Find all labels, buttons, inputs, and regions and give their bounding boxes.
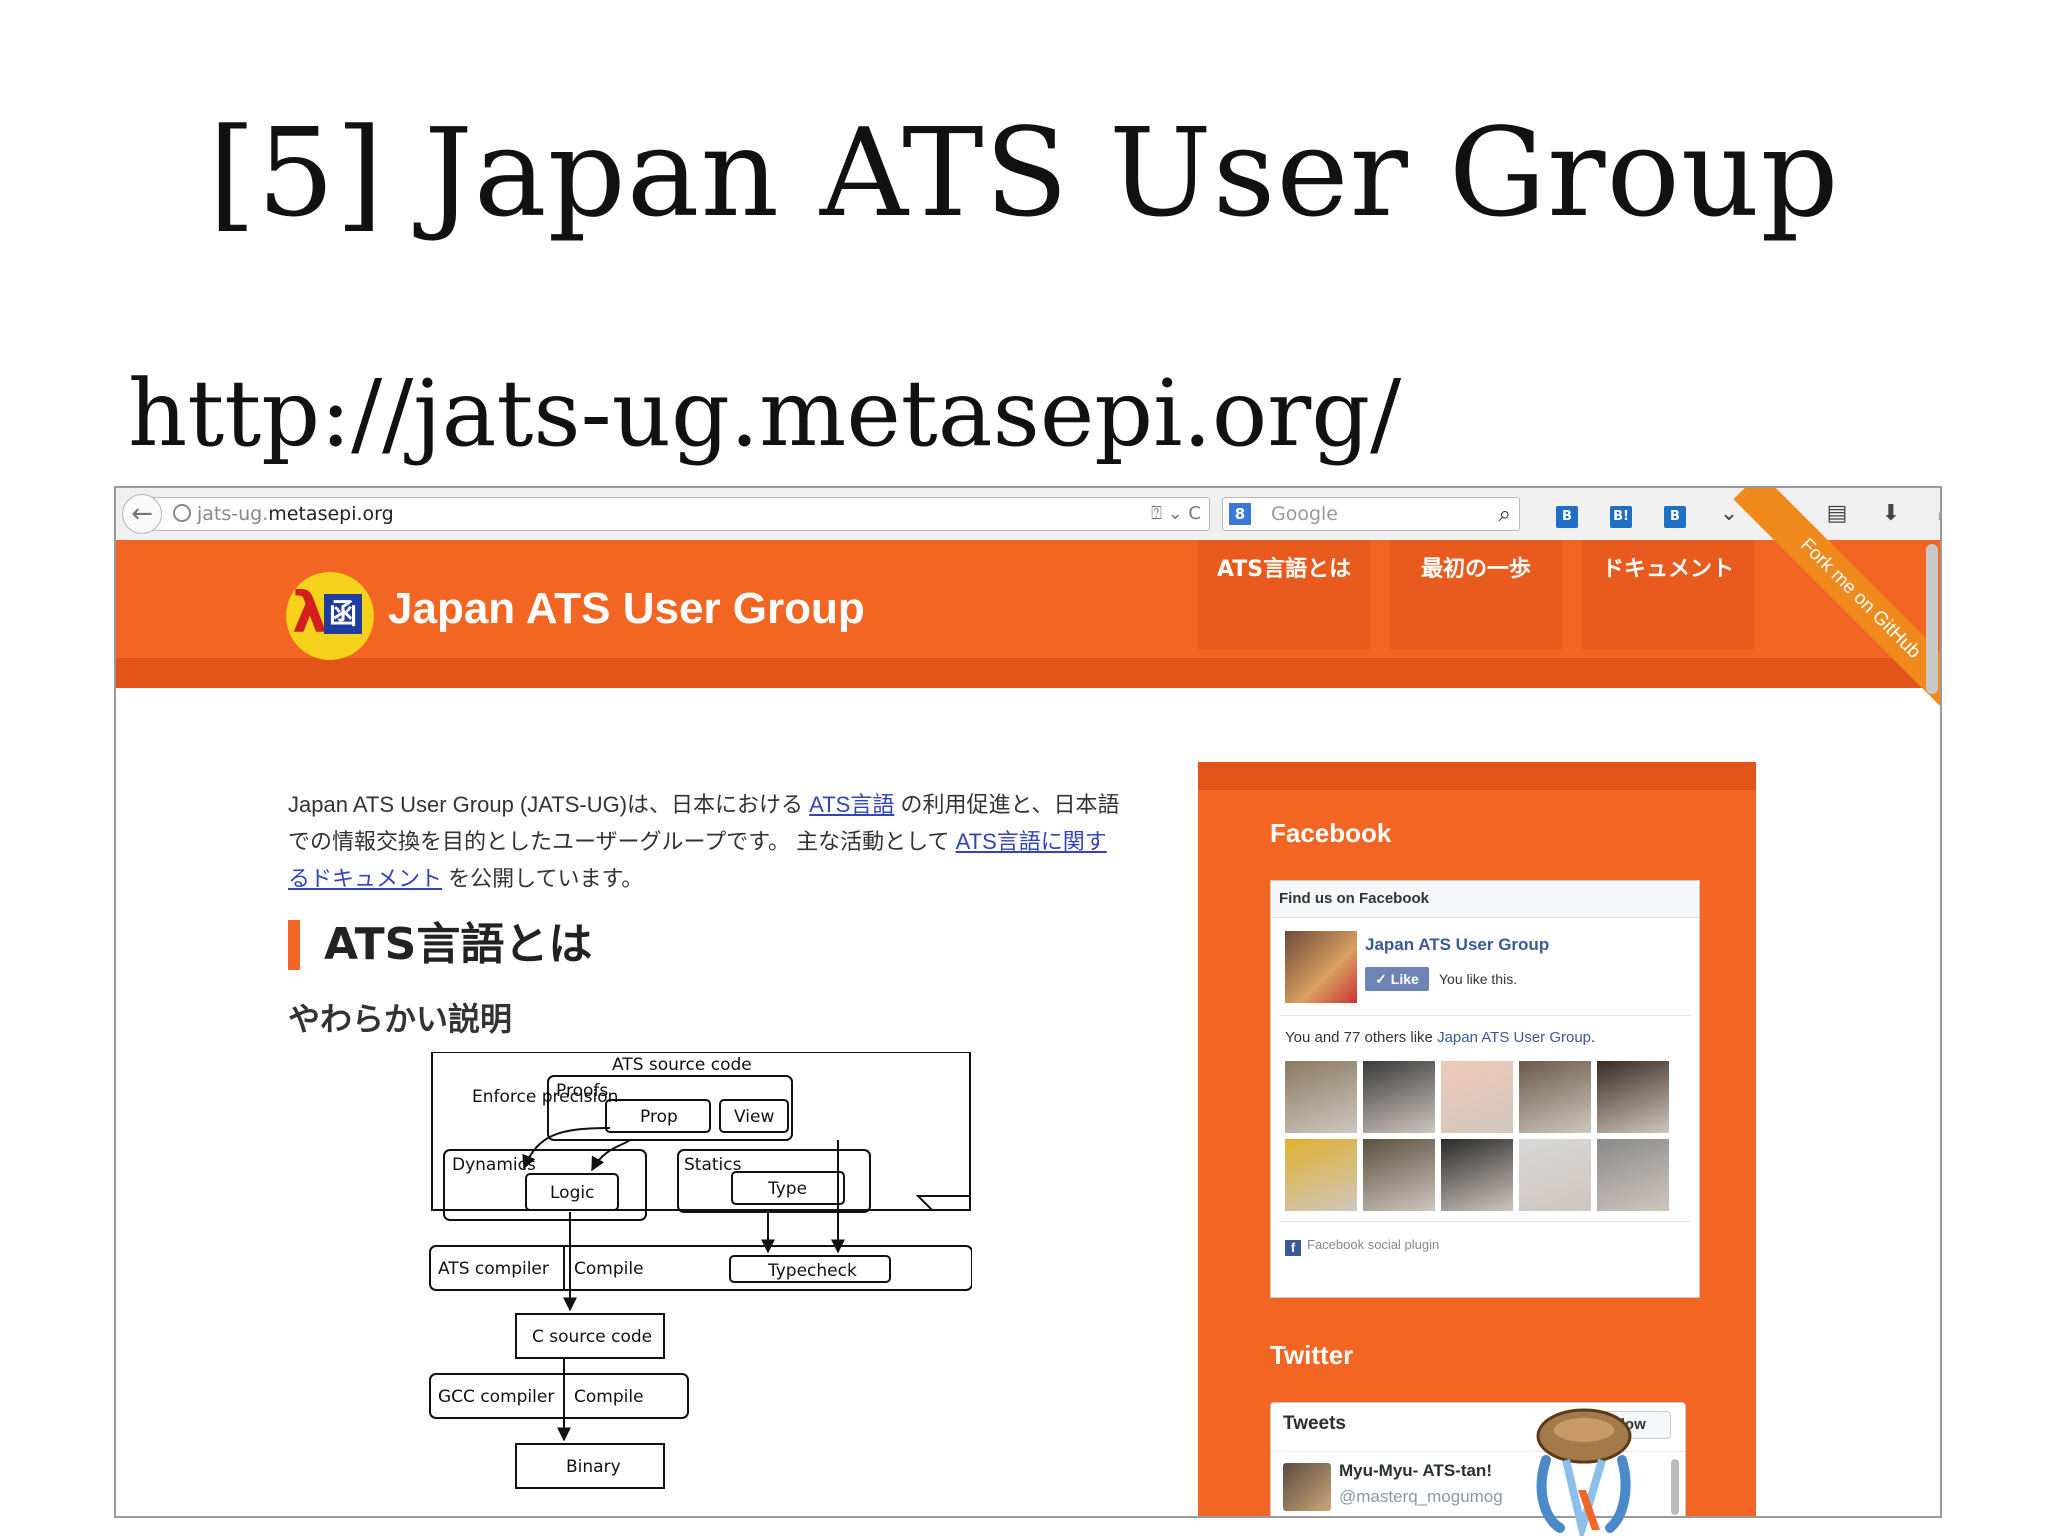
tweet-author-handle[interactable]: @masterq_mogumog — [1339, 1487, 1503, 1507]
site-header: λ 函 Japan ATS User Group ATS言語とは 最初の一歩 ド… — [116, 488, 1940, 726]
hatena-counter-icon[interactable]: B — [1648, 496, 1702, 532]
fan-face-avatar[interactable] — [1441, 1061, 1513, 1133]
fan-face-avatar[interactable] — [1363, 1139, 1435, 1211]
section-heading: ATS言語とは — [288, 920, 592, 970]
facebook-like-status: You like this. — [1439, 971, 1518, 987]
download-icon[interactable]: ⬇ — [1864, 496, 1918, 532]
section-subheading: やわらかい説明 — [288, 1000, 513, 1038]
url-text: jats-ug.metasepi.org — [197, 503, 394, 525]
logo-box-icon: 函 — [324, 594, 362, 634]
search-icon[interactable]: ⌕ — [1499, 502, 1511, 527]
facebook-like-button[interactable]: ✓ Like — [1365, 967, 1429, 991]
facebook-plugin-credit[interactable]: f Facebook social plugin — [1285, 1237, 1439, 1256]
slide-url: http://jats-ug.metasepi.org/ — [128, 360, 1402, 467]
diagram-label-logic: Logic — [550, 1183, 594, 1203]
twitter-heading: Twitter — [1270, 1340, 1354, 1370]
facebook-icon: f — [1285, 1240, 1301, 1256]
facebook-heading: Facebook — [1270, 818, 1392, 848]
diagram-label-compile-1: Compile — [574, 1259, 644, 1279]
facebook-widget-header: Find us on Facebook — [1271, 881, 1699, 918]
browser-window: jats-ug.metasepi.org ⍰ ⌄ C ← 8 Google ⌕ … — [114, 486, 1942, 1518]
diagram-label-view: View — [734, 1107, 774, 1127]
ats-language-link[interactable]: ATS言語 — [809, 792, 894, 817]
url-subdomain: jats-ug. — [197, 503, 269, 525]
site-title[interactable]: Japan ATS User Group — [388, 584, 865, 634]
home-icon[interactable]: ⌂ — [1918, 496, 1940, 532]
nav-item-first-steps[interactable]: 最初の一歩 — [1390, 540, 1562, 650]
divider — [1279, 1221, 1691, 1222]
fan-face-avatar[interactable] — [1441, 1139, 1513, 1211]
url-bar[interactable]: jats-ug.metasepi.org ⍰ ⌄ C — [146, 497, 1210, 531]
sidebar: Facebook Find us on Facebook Japan ATS U… — [1198, 762, 1756, 1516]
like-count-text: You and 77 others like — [1285, 1029, 1438, 1046]
reading-list-icon[interactable]: ▤ — [1810, 496, 1864, 532]
lambda-icon: λ — [292, 581, 328, 646]
diagram-label-c-source: C source code — [532, 1327, 652, 1347]
mascot-image — [1536, 1408, 1632, 1536]
nav-item-documents[interactable]: ドキュメント — [1582, 540, 1754, 650]
fan-face-avatar[interactable] — [1519, 1061, 1591, 1133]
diagram-label-ats-compiler: ATS compiler — [438, 1259, 549, 1279]
header-strip — [116, 658, 1940, 688]
search-input[interactable]: 8 Google ⌕ — [1222, 497, 1520, 531]
fan-face-avatar[interactable] — [1597, 1061, 1669, 1133]
arrow-left-icon: ← — [131, 499, 153, 529]
url-host: metasepi.org — [268, 503, 394, 525]
reload-icon[interactable]: ⍰ ⌄ C — [1151, 503, 1201, 524]
facebook-widget: Find us on Facebook Japan ATS User Group… — [1270, 880, 1700, 1298]
intro-text: Japan ATS User Group (JATS-UG)は、日本における A… — [288, 786, 1120, 897]
facebook-plugin-text: Facebook social plugin — [1307, 1237, 1440, 1252]
diagram-label-prop: Prop — [640, 1107, 678, 1127]
hatena-b-icon[interactable]: B! — [1594, 496, 1648, 532]
slide-title: [5] Japan ATS User Group — [208, 102, 1840, 244]
tweets-title: Tweets — [1283, 1413, 1347, 1434]
facebook-page-link-2[interactable]: Japan ATS User Group — [1437, 1029, 1591, 1046]
search-placeholder: Google — [1271, 503, 1339, 525]
diagram-label-type: Type — [767, 1179, 807, 1199]
intro-part-3: を公開しています。 — [442, 866, 644, 891]
facebook-fan-faces — [1285, 1061, 1685, 1211]
browser-toolbar: jats-ug.metasepi.org ⍰ ⌄ C ← 8 Google ⌕ … — [116, 488, 1940, 541]
nav-item-ats[interactable]: ATS言語とは — [1198, 540, 1370, 650]
facebook-page-avatar[interactable] — [1285, 931, 1357, 1003]
sidebar-top-strip — [1198, 762, 1756, 790]
like-count-end: . — [1591, 1029, 1596, 1046]
globe-icon — [173, 504, 191, 522]
tweets-scrollbar[interactable] — [1671, 1459, 1679, 1515]
hatena-bookmark-icon[interactable]: B — [1540, 496, 1594, 532]
diagram-label-dynamics: Dynamics — [452, 1155, 536, 1175]
divider — [1279, 1015, 1691, 1016]
fan-face-avatar[interactable] — [1519, 1139, 1591, 1211]
ats-architecture-diagram: ATS source code Enforce precision Proofs… — [429, 1052, 972, 1489]
intro-part-1: Japan ATS User Group (JATS-UG)は、日本における — [288, 792, 810, 817]
site-logo[interactable]: λ 函 — [286, 572, 374, 660]
fan-face-avatar[interactable] — [1597, 1139, 1669, 1211]
tweet-author-name[interactable]: Myu-Myu- ATS-tan! — [1339, 1461, 1492, 1481]
diagram-label-proofs: Proofs — [556, 1081, 608, 1101]
fan-face-avatar[interactable] — [1285, 1061, 1357, 1133]
fan-face-avatar[interactable] — [1363, 1061, 1435, 1133]
back-button[interactable]: ← — [122, 494, 162, 534]
diagram-label-statics: Statics — [684, 1155, 742, 1175]
diagram-label-compile-2: Compile — [574, 1387, 644, 1407]
diagram-label-typecheck: Typecheck — [767, 1261, 857, 1281]
fan-face-avatar[interactable] — [1285, 1139, 1357, 1211]
google-icon[interactable]: 8 — [1229, 503, 1251, 525]
facebook-page-link[interactable]: Japan ATS User Group — [1365, 935, 1549, 955]
tweet-avatar[interactable] — [1283, 1463, 1331, 1511]
diagram-label-gcc: GCC compiler — [438, 1387, 554, 1407]
facebook-like-count: You and 77 others like Japan ATS User Gr… — [1285, 1029, 1595, 1046]
page-scrollbar[interactable] — [1926, 544, 1938, 694]
diagram-label-ats-source: ATS source code — [612, 1055, 752, 1075]
diagram-label-binary: Binary — [566, 1457, 621, 1477]
